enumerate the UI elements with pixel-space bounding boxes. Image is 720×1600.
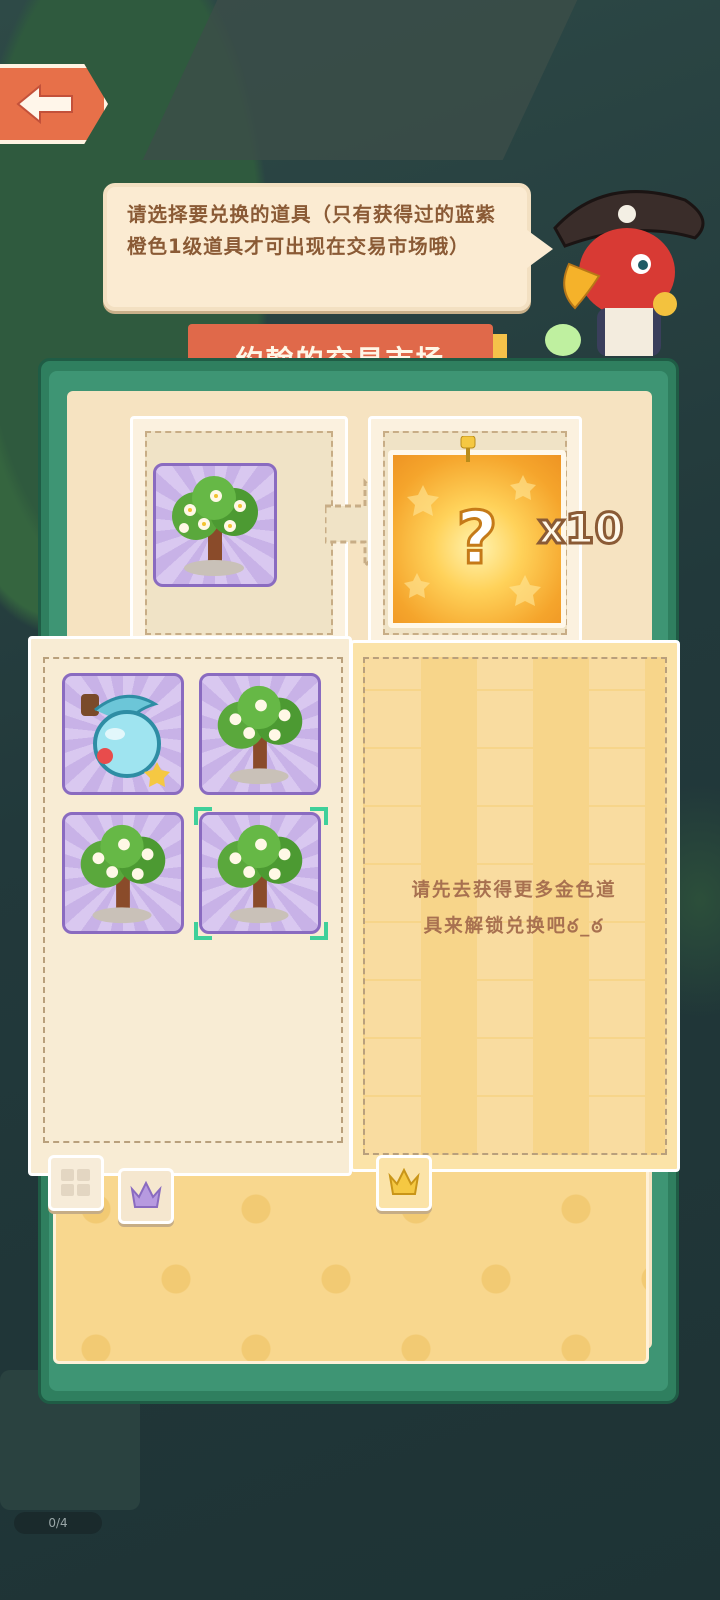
flower-tree-icon [80,824,166,924]
selection-corner [194,807,212,825]
item-flower-tree[interactable] [62,812,184,934]
reward-multiplier: x10 [537,503,626,555]
purple-crown-icon [130,1181,162,1208]
pushpin-icon [460,436,476,462]
progress-indicator: 0/4 [14,1512,102,1534]
beach-path [142,0,578,160]
svg-text:?: ? [456,496,498,580]
flower-tree-icon [217,824,303,924]
question-mark-icon: ? [404,475,541,606]
flower-tree-icon [217,685,303,785]
selection-corner [194,922,212,940]
item-flower-tree[interactable] [199,673,321,795]
tab-all-items[interactable] [48,1155,104,1211]
source-item-flower-tree[interactable] [153,463,277,587]
item-flower-tree-selected[interactable] [199,812,321,934]
pirate-parrot-avatar [545,190,705,356]
hint-speech-bubble: 请选择要兑换的道具（只有获得过的蓝紫橙色1级道具才可出现在交易市场哦） [103,183,553,311]
hint-text: 请选择要兑换的道具（只有获得过的蓝紫橙色1级道具才可出现在交易市场哦） [127,203,497,258]
potion-bottle-icon [81,694,170,787]
selection-corner [310,807,328,825]
selection-corner [310,922,328,940]
back-arrow-icon [16,83,73,125]
gold-items-panel: 请先去获得更多金色道具来解锁兑换吧ఠ_ఠ [350,640,680,1172]
tab-gold-items[interactable] [376,1155,432,1211]
item-potion-bottle[interactable] [62,673,184,795]
tab-purple-items[interactable] [118,1168,174,1224]
flower-tree-icon [172,476,258,576]
gold-crown-icon [388,1168,420,1195]
grid-icon [61,1169,90,1196]
locked-message: 请先去获得更多金色道具来解锁兑换吧ఠ_ఠ [411,880,617,937]
back-button[interactable] [0,64,108,144]
